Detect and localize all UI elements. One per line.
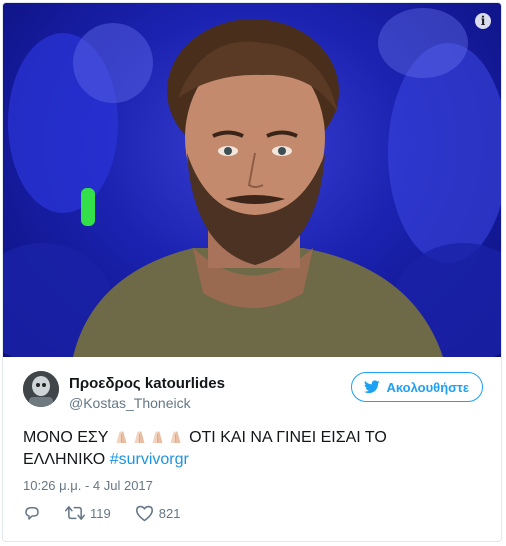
like-count: 821 [158,505,181,521]
tweet-card: i Προεδρος katourlides @Kostas_Thoneick … [2,2,502,542]
info-icon[interactable]: i [475,13,491,29]
retweet-icon [65,506,85,520]
retweet-count: 119 [90,505,111,521]
retweet-button[interactable]: 119 [65,504,111,522]
tweet-text-part1: ΜΟΝΟ ΕΣΥ [23,429,109,446]
folded-hands-icon [170,431,181,443]
folded-hands-icon [152,431,163,443]
tweet-timestamp[interactable]: 10:26 μ.μ. - 4 Jul 2017 [23,478,153,493]
emoji-group [113,429,185,446]
tweet-header: Προεδρος katourlides @Kostas_Thoneick Ακ… [23,371,483,415]
avatar[interactable] [23,371,59,407]
tweet-photo[interactable]: i [3,3,501,357]
folded-hands-icon [116,431,127,443]
tweet-text: ΜΟΝΟ ΕΣΥ ΟΤΙ ΚΑΙ ΝΑ ΓΙΝΕΙ ΕΙΣΑΙ ΤΟ ΕΛΛΗΝ… [23,427,473,471]
reply-button[interactable] [23,504,41,522]
like-button[interactable]: 821 [135,505,181,522]
avatar-image [23,371,59,407]
twitter-bird-icon [364,380,381,394]
display-name[interactable]: Προεδρος katourlides [69,375,225,392]
tweet-actions: 119 821 [23,502,204,524]
folded-hands-icon [134,431,145,443]
photo-illustration [3,8,501,357]
follow-button[interactable]: Ακολουθήστε [351,372,483,402]
hashtag-link[interactable]: #survivorgr [110,451,189,468]
heart-icon [135,505,153,521]
reply-icon [25,507,39,520]
user-handle[interactable]: @Kostas_Thoneick [69,395,191,411]
follow-label: Ακολουθήστε [386,379,469,395]
